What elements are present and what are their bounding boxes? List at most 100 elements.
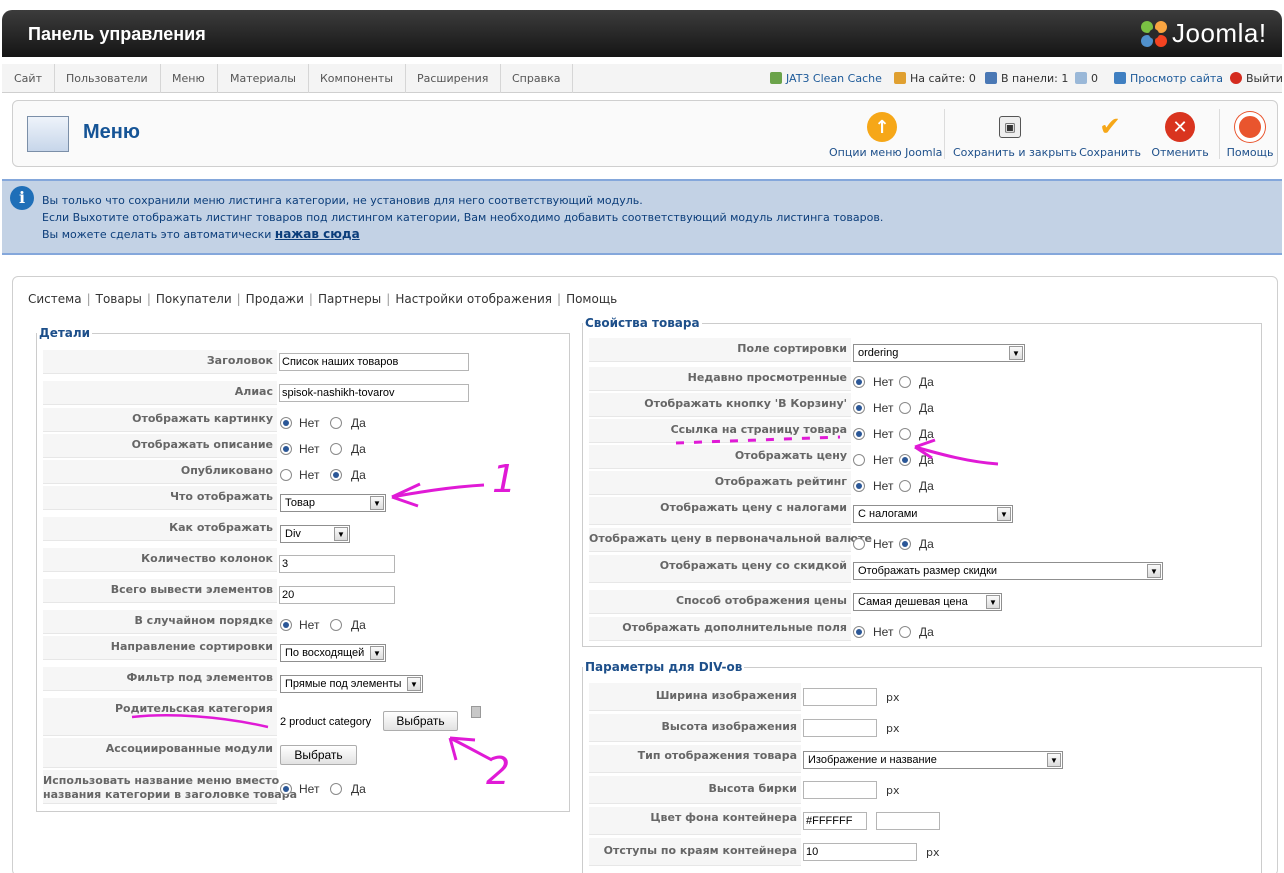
menu-item-users[interactable]: Пользователи (54, 64, 161, 93)
cart-button-no-radio[interactable] (853, 402, 865, 414)
menu-item-extensions[interactable]: Расширения (405, 64, 502, 93)
img-height-input[interactable] (803, 719, 877, 737)
row-title: Заголовок (43, 350, 563, 376)
cancel-x-icon: ✕ (1165, 112, 1195, 142)
menu-item-menus[interactable]: Меню (160, 64, 218, 93)
alias-input[interactable] (279, 384, 469, 402)
sort-field-select[interactable]: ordering ▼ (853, 344, 1025, 362)
tab-partners[interactable]: Партнеры (318, 292, 381, 306)
notice-line-1: Вы только что сохранили меню листинга ка… (42, 194, 643, 207)
joomla-logo[interactable]: Joomla! (1138, 18, 1280, 50)
price-mode-select[interactable]: Самая дешевая цена ▼ (853, 593, 1002, 611)
show-desc-no-radio[interactable] (280, 443, 292, 455)
use-menu-name-no-radio[interactable] (280, 783, 292, 795)
online-count-label: На сайте: 0 (910, 72, 976, 85)
menu-item-content[interactable]: Материалы (218, 64, 309, 93)
extra-fields-no-radio[interactable] (853, 626, 865, 638)
padding-unit: px (926, 846, 940, 859)
menu-item-components[interactable]: Компоненты (308, 64, 407, 93)
random-yes-radio[interactable] (330, 619, 342, 631)
clear-icon[interactable] (471, 706, 481, 718)
product-link-no-radio[interactable] (853, 428, 865, 440)
recently-viewed-no-radio[interactable] (853, 376, 865, 388)
notice-click-here-link[interactable]: нажав сюда (275, 227, 360, 241)
recently-viewed-yes-radio[interactable] (899, 376, 911, 388)
filter-select[interactable]: Прямые под элементы ▼ (280, 675, 423, 693)
use-menu-name-yes-label: Да (351, 782, 366, 796)
discount-select[interactable]: Отображать размер скидки ▼ (853, 562, 1163, 580)
choose-modules-button[interactable]: Выбрать (280, 745, 357, 765)
tab-display-settings[interactable]: Настройки отображения (395, 292, 552, 306)
random-no-radio[interactable] (280, 619, 292, 631)
notice-line-3: Вы можете сделать это автоматически нажа… (42, 227, 360, 241)
total-input[interactable] (279, 586, 395, 604)
orig-currency-label: Отображать цену в первоначальной валюте (589, 528, 872, 552)
bg-color-input[interactable] (803, 812, 867, 830)
how-show-select[interactable]: Div ▼ (280, 525, 350, 543)
sort-field-value: ordering (858, 347, 899, 359)
logout-link[interactable]: Выйти (1230, 64, 1283, 93)
view-site-link[interactable]: Просмотр сайта (1114, 64, 1223, 93)
cancel-label: Отменить (1151, 146, 1209, 159)
product-link-yes-radio[interactable] (899, 428, 911, 440)
show-price-yes-radio[interactable] (899, 454, 911, 466)
choose-category-button[interactable]: Выбрать (383, 711, 458, 731)
admin-user-icon (985, 72, 997, 84)
discount-label: Отображать цену со скидкой (589, 555, 851, 583)
img-width-input[interactable] (803, 688, 877, 706)
show-rating-yes-radio[interactable] (899, 480, 911, 492)
product-link-label: Ссылка на страницу товара (589, 419, 851, 443)
tab-system[interactable]: Система (28, 292, 82, 306)
tab-customers[interactable]: Покупатели (156, 292, 232, 306)
in-panel-count: В панели: 1 (985, 64, 1068, 93)
use-menu-name-yes-radio[interactable] (330, 783, 342, 795)
save-label: Сохранить (1079, 146, 1141, 159)
row-total: Всего вывести элементов (43, 579, 563, 605)
show-desc-yes-radio[interactable] (330, 443, 342, 455)
published-no-radio[interactable] (280, 469, 292, 481)
messages-count[interactable]: 0 (1075, 64, 1098, 93)
show-image-yes-radio[interactable] (330, 417, 342, 429)
show-image-no-radio[interactable] (280, 417, 292, 429)
info-icon: i (10, 186, 34, 210)
orig-currency-yes-radio[interactable] (899, 538, 911, 550)
title-input[interactable] (279, 353, 469, 371)
orig-currency-no-radio[interactable] (853, 538, 865, 550)
row-show-price: Отображать цену Нет Да (589, 445, 1255, 471)
columns-input[interactable] (279, 555, 395, 573)
cart-button-yes-radio[interactable] (899, 402, 911, 414)
message-icon (1075, 72, 1087, 84)
price-tax-select[interactable]: С налогами ▼ (853, 505, 1013, 523)
padding-input[interactable] (803, 843, 917, 861)
menu-options-button[interactable]: ↑ Опции меню Joomla (829, 109, 942, 161)
show-price-no-radio[interactable] (853, 454, 865, 466)
save-button[interactable]: ✔ Сохранить (1079, 109, 1141, 161)
row-img-width: Ширина изображения px (589, 683, 1255, 713)
padding-label: Отступы по краям контейнера (589, 838, 801, 866)
published-yes-radio[interactable] (330, 469, 342, 481)
extra-fields-yes-radio[interactable] (899, 626, 911, 638)
menu-item-site[interactable]: Сайт (2, 64, 55, 93)
users-icon (894, 72, 906, 84)
show-rating-no-radio[interactable] (853, 480, 865, 492)
row-label-height: Высота бирки px (589, 776, 1255, 806)
display-type-select[interactable]: Изображение и название ▼ (803, 751, 1063, 769)
tab-help[interactable]: Помощь (566, 292, 617, 306)
sort-dir-select[interactable]: По восходящей ▼ (280, 644, 386, 662)
jat3-cache-link[interactable]: JAT3 Clean Cache (770, 64, 882, 93)
chevron-down-icon: ▼ (370, 646, 384, 660)
row-parent-category: Родительская категория 2 product categor… (43, 698, 563, 738)
tab-products[interactable]: Товары (96, 292, 142, 306)
parent-cat-label: Родительская категория (43, 698, 277, 736)
label-height-input[interactable] (803, 781, 877, 799)
menu-item-help[interactable]: Справка (500, 64, 574, 93)
filter-value: Прямые под элементы (285, 678, 402, 690)
help-button[interactable]: Помощь (1225, 109, 1275, 161)
power-icon (1230, 72, 1242, 84)
cancel-button[interactable]: ✕ Отменить (1151, 109, 1209, 161)
tab-sales[interactable]: Продажи (246, 292, 304, 306)
bg-color-preview[interactable] (876, 812, 940, 830)
what-show-select[interactable]: Товар ▼ (280, 494, 386, 512)
page-title: Меню (83, 121, 140, 143)
save-close-button[interactable]: ▣ Сохранить и закрыть (953, 109, 1077, 161)
